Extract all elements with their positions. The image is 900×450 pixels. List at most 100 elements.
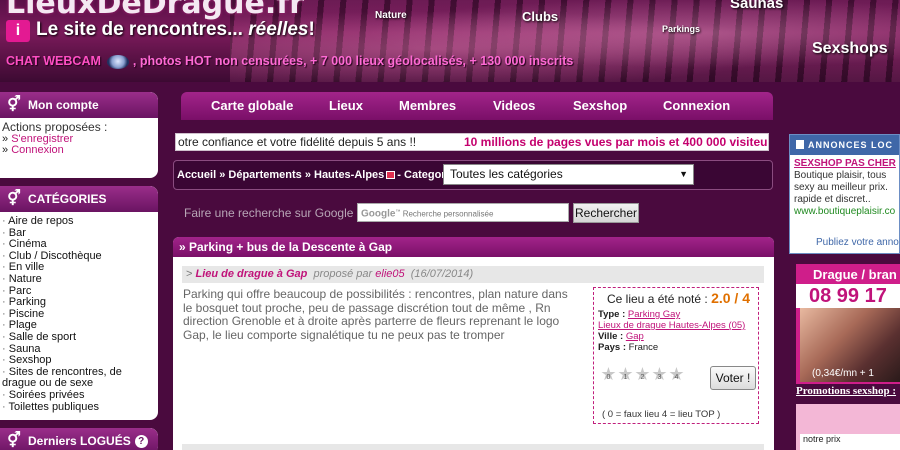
promo-price: (0,34€/mn + 1 [812,368,874,379]
account-box-title: ⚥ Mon compte [0,92,158,118]
category-item[interactable]: Toilettes publiques [2,401,154,414]
star-number: 2 [640,374,645,381]
last-logged-box-title: ⚥ Derniers LOGUÉS? [0,428,158,450]
star-icon[interactable]: ★ 2 [634,365,651,383]
webcam-icon [106,54,129,69]
promo-title: Drague / bran [813,267,897,282]
category-item[interactable]: Aire de repos [2,215,154,228]
category-list: Aire de reposBarCinémaClub / Discothèque… [0,212,158,420]
meta-prefix: > [186,268,193,280]
ad-text-line: sexy au meilleur prix. [794,182,888,193]
type-link[interactable]: Parking Gay [628,309,680,320]
chat-webcam-label[interactable]: CHAT WEBCAM [6,54,101,68]
star-icon[interactable]: ★ 1 [617,365,634,383]
category-select-value: Toutes les catégories [450,167,563,181]
sponsored-ads-box: ANNONCES LOC SEXSHOP PAS CHER Boutique p… [789,134,900,254]
place-link[interactable]: Lieu de drague à Gap [196,268,308,280]
help-icon[interactable]: ? [134,435,148,449]
ads-header: ANNONCES LOC [790,135,899,155]
breadcrumb-home[interactable]: Accueil [177,169,216,181]
header-link-saunas[interactable]: Saunas [730,0,783,12]
nav-membres[interactable]: Membres [399,98,456,113]
category-item[interactable]: Soirées privées [2,389,154,402]
last-logged-box: ⚥ Derniers LOGUÉS? [0,428,158,450]
region-places-link[interactable]: Lieux de drague Hautes-Alpes (05) [598,320,745,331]
ad-url[interactable]: www.boutiqueplaisir.co [794,206,895,218]
ad-content[interactable]: SEXSHOP PAS CHER Boutique plaisir, tous … [790,155,899,221]
breadcrumb-region[interactable]: Hautes-Alpes [314,169,384,181]
nav-connexion[interactable]: Connexion [663,98,730,113]
breadcrumb-separator: » [219,169,226,181]
star-number: 1 [623,374,628,381]
ad-title[interactable]: SEXSHOP PAS CHER [794,158,896,170]
gender-symbol-icon: ⚥ [7,96,21,113]
breadcrumb-departments[interactable]: Départements [228,169,301,181]
article-title: » Parking + bus de la Descente à Gap [173,237,774,257]
webcam-promo-text: , photos HOT non censurées, + 7 000 lieu… [132,54,574,68]
main-navigation: Carte globale Lieux Membres Videos Sexshop Co… [181,92,773,120]
left-sidebar: ⚥ Mon compte Actions proposées : » S'enr… [0,92,158,450]
author-link[interactable]: elie05 [375,268,404,280]
star-icon[interactable]: ★ 3 [651,365,668,383]
star-icon[interactable]: ★ 4 [668,365,685,383]
country-value: France [628,342,659,353]
rating-box: Ce lieu a été noté : 2.0 / 4 Type : Park… [593,287,759,424]
breadcrumb: Accueil » Départements » Hautes-Alpes - C… [173,160,773,190]
chevron-down-icon: ▼ [679,169,688,179]
google-search-input[interactable]: Google™ Recherche personnalisée [357,203,569,222]
ad-text-line: Boutique plaisir, tous [794,170,887,181]
nav-videos[interactable]: Videos [493,98,535,113]
star-number: 3 [657,374,662,381]
category-item[interactable]: Sites de rencontres, de drague ou de sex… [2,366,154,390]
webcam-promo[interactable]: CHAT WEBCAM , photos HOT non censurées, +… [6,54,573,69]
sexshop-promo-banner[interactable]: notre prix [796,404,900,450]
star-number: 4 [674,374,679,381]
google-logo: Google [361,208,396,220]
login-link[interactable]: Connexion [11,144,64,156]
nav-sexshop[interactable]: Sexshop [573,98,627,113]
star-rating[interactable]: ★ 0 ★ 1 ★ 2 ★ 3 ★ 4 [600,365,685,383]
header-link-sexshops[interactable]: Sexshops [812,40,888,58]
ticker-text-stats: 10 millions de pages vues par mois et 40… [464,135,769,149]
header-link-clubs[interactable]: Clubs [522,9,558,24]
header-link-parkings[interactable]: Parkings [662,24,700,34]
place-info: Type : Parking Gay Lieux de drague Haute… [598,309,746,353]
post-date: (16/07/2014) [410,268,474,280]
promo-phone-number: 08 99 17 [796,284,900,308]
rating-header: Ce lieu a été noté : 2.0 / 4 [607,290,750,306]
sexshop-promotions-link[interactable]: Promotions sexshop : [796,385,896,397]
category-item[interactable]: Sexshop [2,355,154,367]
ticker-text-trust: otre confiance et votre fidélité depuis … [178,135,417,149]
search-placeholder: Recherche personnalisée [402,209,494,219]
phone-promo-banner[interactable]: Drague / bran 08 99 17 (0,34€/mn + 1 [796,264,900,384]
vote-button[interactable]: Voter ! [710,366,756,390]
categories-box-title: ⚥ CATÉGORIES [0,186,158,212]
star-icon[interactable]: ★ 0 [600,365,617,383]
category-item[interactable]: Nature [2,273,154,286]
category-item[interactable]: Salle de sport [2,331,154,344]
gender-symbol-icon: ⚥ [7,432,21,449]
article-footer-bar [182,444,764,450]
city-link[interactable]: Gap [626,331,644,342]
category-select[interactable]: Toutes les catégories ▼ [443,164,694,185]
ad-text-line: rapide et discret.. [794,194,871,205]
register-link[interactable]: S'enregistrer [11,133,73,145]
nav-lieux[interactable]: Lieux [329,98,363,113]
publish-ad-link[interactable]: Publiez votre anno [816,237,899,248]
search-button[interactable]: Rechercher [573,203,639,223]
rating-score: 2.0 / 4 [711,290,750,306]
categories-box: ⚥ CATÉGORIES Aire de reposBarCinémaClub … [0,186,158,420]
site-logo[interactable]: LieuxDeDrague.fr [6,0,304,21]
header-link-nature[interactable]: Nature [375,10,407,21]
nav-carte-globale[interactable]: Carte globale [211,98,293,113]
news-ticker: otre confiance et votre fidélité depuis … [175,133,769,151]
gender-symbol-icon: ⚥ [7,190,21,207]
category-item[interactable]: Parking [2,297,154,309]
star-number: 0 [606,374,611,381]
site-tagline: Le site de rencontres... réelles! [36,19,315,40]
site-header: LieuxDeDrague.fr i Le site de rencontres… [0,0,900,82]
breadcrumb-separator: » [304,169,311,181]
region-flag-icon [386,171,396,180]
info-icon: i [6,20,30,42]
promo-price-label: notre prix [800,434,900,450]
